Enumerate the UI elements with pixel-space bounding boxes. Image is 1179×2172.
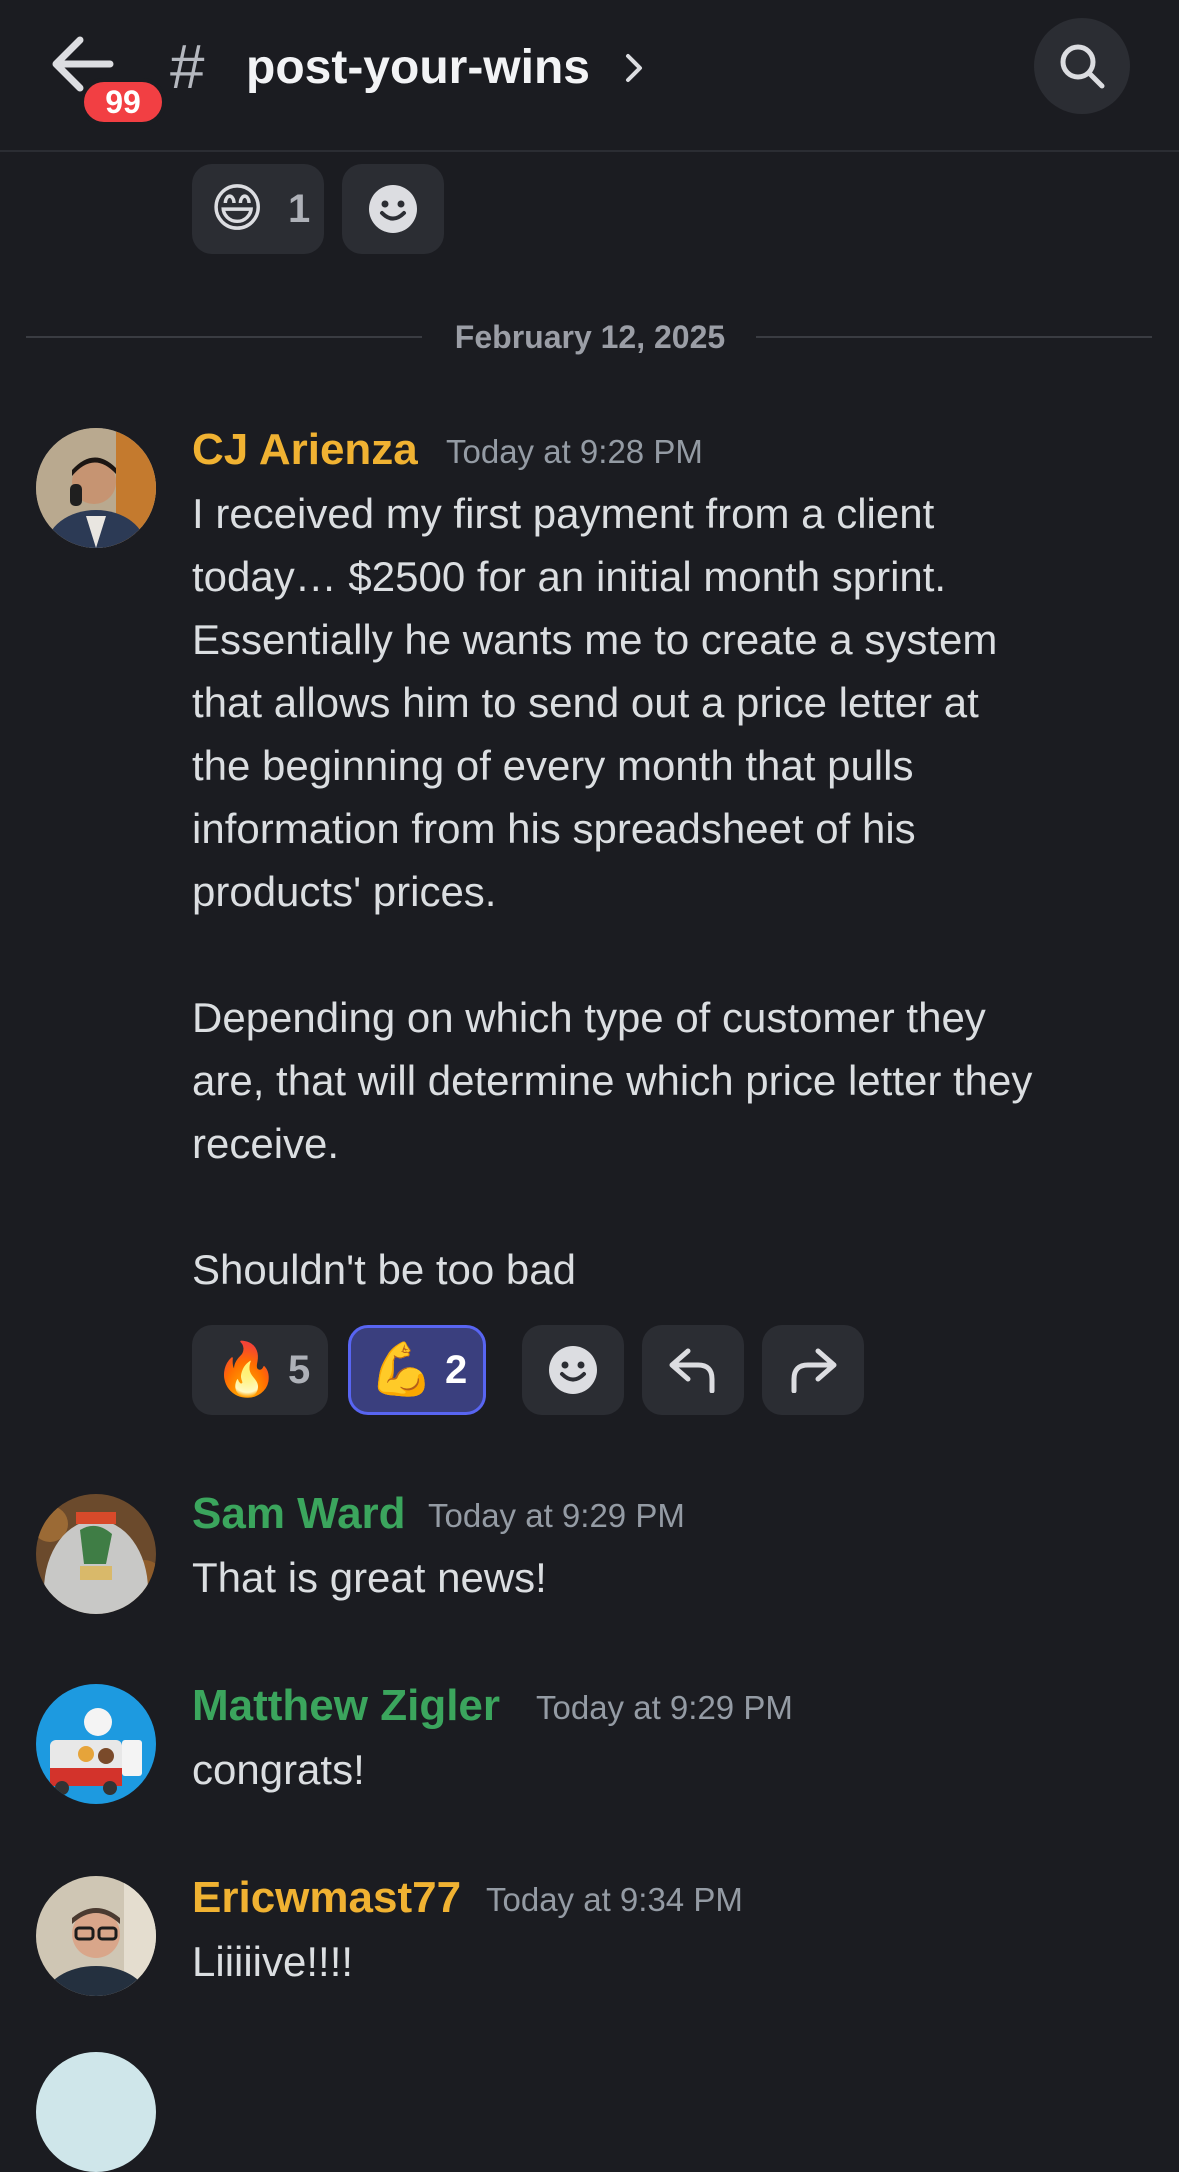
avatar-image bbox=[36, 428, 156, 548]
reaction-fire[interactable]: 🔥 5 bbox=[192, 1325, 328, 1415]
add-reaction-button[interactable] bbox=[342, 164, 444, 254]
avatar[interactable] bbox=[36, 1684, 156, 1804]
muscle-emoji: 💪 bbox=[369, 1341, 434, 1399]
divider-line-left bbox=[26, 336, 422, 338]
message-time: Today at 9:28 PM bbox=[446, 433, 703, 470]
message-line: I received my first payment from a clien… bbox=[192, 490, 935, 537]
avatar-image bbox=[36, 1494, 156, 1614]
forward-button[interactable] bbox=[762, 1325, 864, 1415]
avatar-image bbox=[36, 1684, 156, 1804]
chevron-right-icon[interactable] bbox=[624, 48, 646, 88]
message-time: Today at 9:34 PM bbox=[486, 1881, 743, 1918]
message-line: Essentially he wants me to create a syst… bbox=[192, 616, 998, 663]
smiley-icon bbox=[369, 185, 417, 233]
message-time: Today at 9:29 PM bbox=[428, 1497, 685, 1534]
message-text: congrats! bbox=[192, 1746, 365, 1793]
message-text: Liiiiive!!!! bbox=[192, 1938, 354, 1985]
author-name[interactable]: Matthew Zigler bbox=[192, 1678, 500, 1734]
message-line: Shouldn't be too bad bbox=[192, 1246, 577, 1293]
message-time: Today at 9:29 PM bbox=[536, 1689, 793, 1726]
reply-button[interactable] bbox=[642, 1325, 744, 1415]
reaction-count: 1 bbox=[288, 187, 311, 231]
avatar[interactable] bbox=[36, 2052, 156, 2172]
reaction-count: 5 bbox=[288, 1348, 311, 1392]
author-name[interactable]: Ericwmast77 bbox=[192, 1870, 461, 1926]
smiley-icon bbox=[549, 1346, 597, 1394]
reaction-count: 2 bbox=[445, 1348, 468, 1392]
search-icon bbox=[1060, 44, 1105, 89]
forward-icon bbox=[791, 1348, 837, 1393]
search-button[interactable] bbox=[1034, 18, 1130, 114]
message-text: I received my first payment from a clien… bbox=[192, 482, 1152, 1301]
reaction-muscle[interactable]: 💪 2 bbox=[348, 1325, 486, 1415]
hash-icon: # bbox=[170, 33, 205, 102]
message-line: the beginning of every month that pulls bbox=[192, 742, 914, 789]
message-line: receive. bbox=[192, 1120, 340, 1167]
message-line: today… $2500 for an initial month sprint… bbox=[192, 553, 947, 600]
author-name[interactable]: Sam Ward bbox=[192, 1486, 406, 1542]
message-line: that allows him to send out a price lett… bbox=[192, 679, 979, 726]
divider-line-right bbox=[756, 336, 1152, 338]
avatar[interactable] bbox=[36, 1876, 156, 1996]
reply-icon bbox=[669, 1348, 715, 1393]
avatar[interactable] bbox=[36, 428, 156, 548]
avatar[interactable] bbox=[36, 1494, 156, 1614]
reaction-grinning[interactable]: 😄 1 bbox=[192, 164, 324, 254]
author-name[interactable]: CJ Arienza bbox=[192, 422, 418, 478]
fire-emoji: 🔥 bbox=[214, 1341, 279, 1399]
message-text: That is great news! bbox=[192, 1554, 547, 1601]
message-line: are, that will determine which price let… bbox=[192, 1057, 1033, 1104]
grinning-emoji: 😄 bbox=[210, 180, 265, 238]
avatar-image bbox=[36, 1876, 156, 1996]
date-divider: February 12, 2025 bbox=[454, 319, 726, 355]
message-line: products' prices. bbox=[192, 868, 497, 915]
channel-header: 99 # post-your-wins bbox=[0, 0, 1179, 152]
message-line: information from his spreadsheet of his bbox=[192, 805, 916, 852]
message-line: Depending on which type of customer they bbox=[192, 994, 986, 1041]
channel-title[interactable]: post-your-wins bbox=[246, 36, 590, 100]
unread-badge: 99 bbox=[80, 78, 166, 126]
add-reaction-button[interactable] bbox=[522, 1325, 624, 1415]
